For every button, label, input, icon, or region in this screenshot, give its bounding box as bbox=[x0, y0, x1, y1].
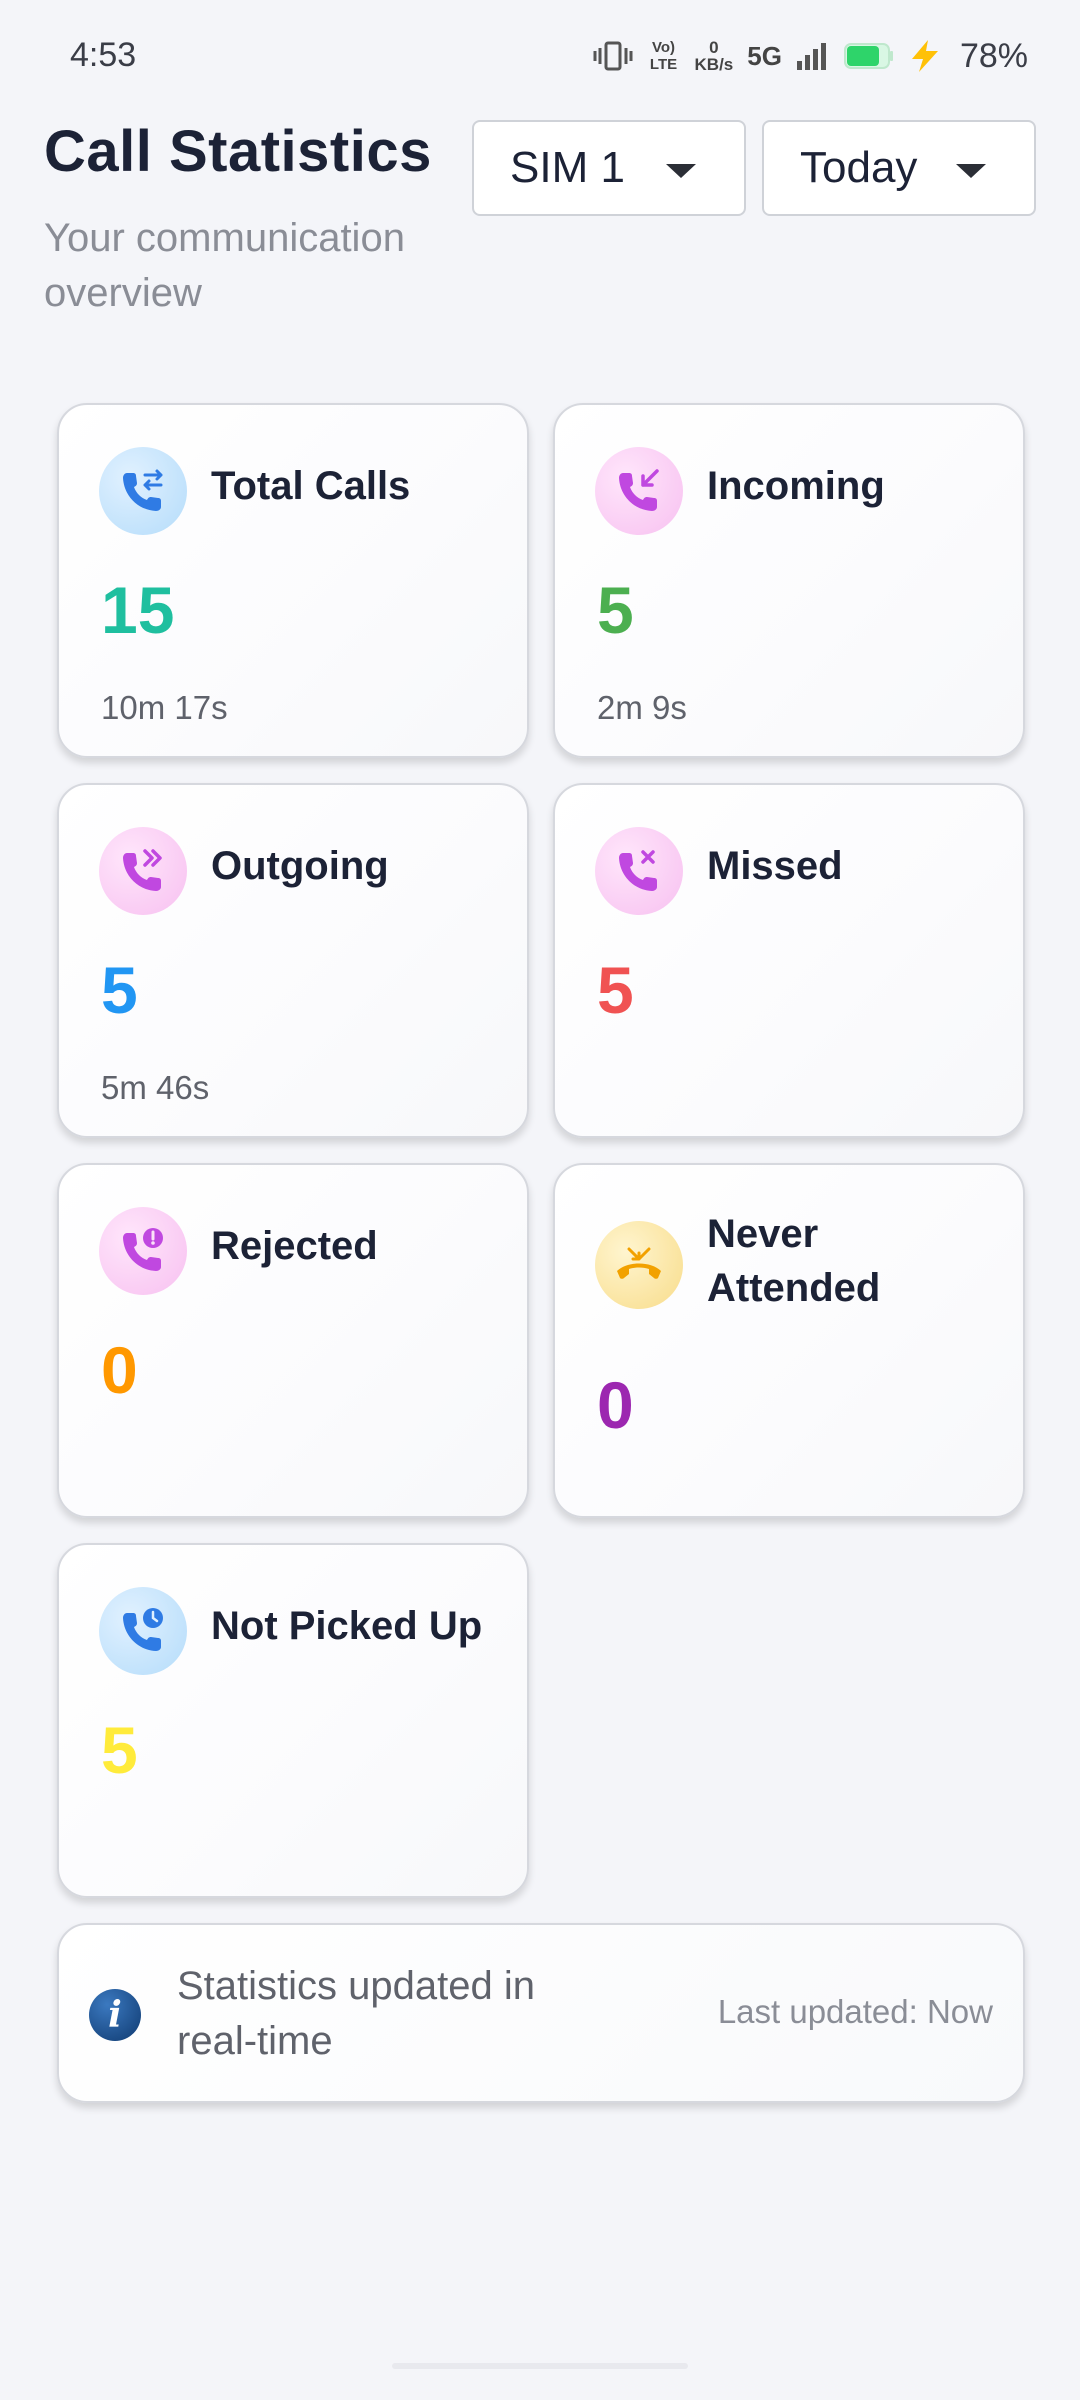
card-count: 5 bbox=[101, 953, 138, 1027]
stat-card-not-picked-up[interactable]: Not Picked Up 5 bbox=[57, 1543, 529, 1898]
page-title: Call Statistics bbox=[44, 119, 432, 184]
date-range-dropdown-value: Today bbox=[800, 143, 918, 192]
call-clock-icon bbox=[99, 1587, 187, 1675]
card-title: Not Picked Up bbox=[211, 1604, 483, 1648]
card-count: 0 bbox=[597, 1368, 634, 1442]
card-count: 5 bbox=[101, 1713, 138, 1787]
stat-card-never-attended[interactable]: Never Attended 0 bbox=[553, 1163, 1025, 1518]
stat-card-incoming[interactable]: Incoming 5 2m 9s bbox=[553, 403, 1025, 758]
info-icon: i bbox=[89, 1989, 141, 2041]
stat-card-total-calls[interactable]: Total Calls 15 10m 17s bbox=[57, 403, 529, 758]
sim-dropdown[interactable]: SIM 1 bbox=[472, 120, 746, 216]
status-time: 4:53 bbox=[70, 36, 137, 74]
network-type: 5G bbox=[747, 40, 782, 71]
home-indicator[interactable] bbox=[392, 2363, 688, 2369]
card-count: 0 bbox=[101, 1333, 138, 1407]
card-title: Missed bbox=[707, 844, 843, 888]
date-range-dropdown[interactable]: Today bbox=[762, 120, 1036, 216]
charging-icon bbox=[908, 39, 942, 73]
stat-card-missed[interactable]: Missed 5 bbox=[553, 783, 1025, 1138]
volte-icon: Vo) LTE bbox=[649, 39, 678, 73]
card-count: 5 bbox=[597, 953, 634, 1027]
battery-icon bbox=[843, 41, 894, 71]
card-title: Never Attended bbox=[707, 1212, 881, 1310]
last-updated: Last updated: Now bbox=[717, 1993, 993, 2030]
incoming-call-icon bbox=[595, 447, 683, 535]
card-count: 5 bbox=[597, 573, 634, 647]
rejected-call-icon bbox=[99, 1207, 187, 1295]
network-speed-unit: KB/s bbox=[694, 55, 734, 74]
stat-card-outgoing[interactable]: Outgoing 5 5m 46s bbox=[57, 783, 529, 1138]
sim-dropdown-value: SIM 1 bbox=[510, 143, 625, 192]
card-duration: 2m 9s bbox=[597, 689, 687, 726]
status-bar: 4:53 Vo) LTE 0 KB/s 5G 78% bbox=[0, 0, 1080, 110]
call-exchange-icon bbox=[99, 447, 187, 535]
card-title: Total Calls bbox=[211, 464, 411, 508]
vibrate-icon bbox=[593, 39, 633, 73]
status-icons: Vo) LTE 0 KB/s 5G 78% bbox=[593, 32, 1028, 80]
card-duration: 5m 46s bbox=[101, 1069, 210, 1106]
card-title: Incoming bbox=[707, 464, 885, 508]
chevron-down-icon bbox=[666, 164, 696, 178]
chevron-down-icon bbox=[956, 164, 986, 178]
update-info-card: i Statistics updated in real-time Last u… bbox=[57, 1923, 1025, 2103]
hangup-call-icon bbox=[595, 1221, 683, 1309]
network-speed: 0 KB/s bbox=[695, 39, 734, 73]
card-title: Outgoing bbox=[211, 844, 389, 888]
outgoing-call-icon bbox=[99, 827, 187, 915]
missed-call-icon bbox=[595, 827, 683, 915]
header: Call Statistics Your communication overv… bbox=[44, 118, 484, 321]
card-title: Rejected bbox=[211, 1224, 378, 1268]
card-count: 15 bbox=[101, 573, 175, 647]
battery-percent: 78% bbox=[959, 36, 1028, 75]
card-duration: 10m 17s bbox=[101, 689, 228, 726]
stat-card-rejected[interactable]: Rejected 0 bbox=[57, 1163, 529, 1518]
signal-icon bbox=[796, 41, 830, 71]
page-subtitle: Your communication overview bbox=[44, 216, 405, 315]
info-message: Statistics updated in real-time bbox=[177, 1964, 535, 2063]
